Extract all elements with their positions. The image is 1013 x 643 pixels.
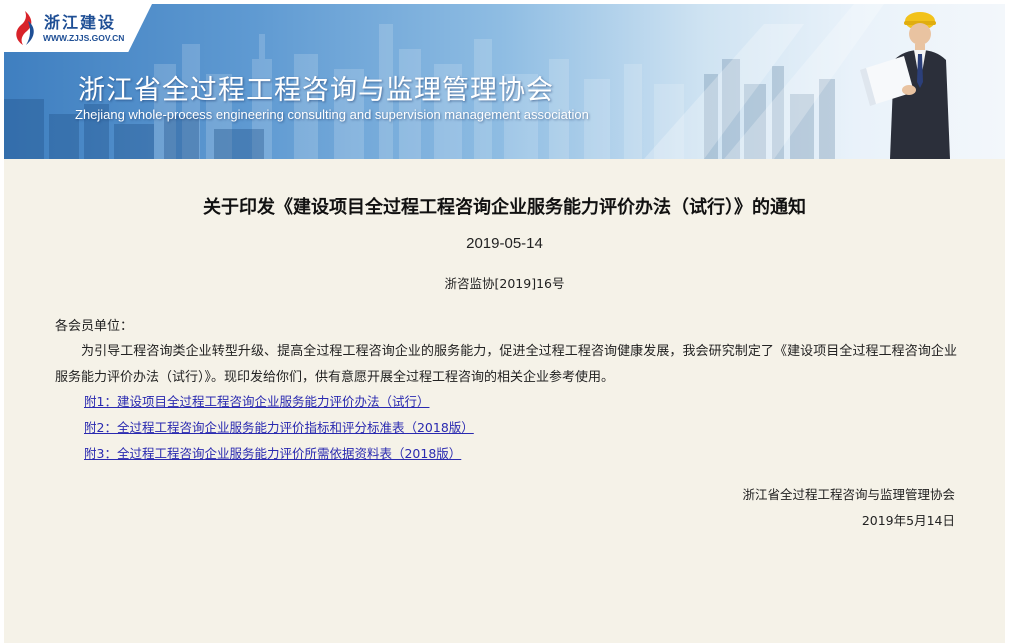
logo-area[interactable]: 浙江建设 WWW.ZJJS.GOV.CN bbox=[4, 4, 152, 52]
list-item: 附3：全过程工程咨询企业服务能力评价所需依据资料表（2018版） bbox=[84, 440, 474, 466]
attachment-list: 附1：建设项目全过程工程咨询企业服务能力评价办法（试行） 附2：全过程工程咨询企… bbox=[84, 388, 474, 466]
zhejiang-construction-logo-icon bbox=[16, 11, 34, 45]
list-item: 附1：建设项目全过程工程咨询企业服务能力评价办法（试行） bbox=[84, 388, 474, 414]
article-title: 关于印发《建设项目全过程工程咨询企业服务能力评价办法（试行）》的通知 bbox=[203, 197, 806, 218]
header-banner: 浙江建设 WWW.ZJJS.GOV.CN 浙江省全过程工程咨询与监理管理协会 Z… bbox=[4, 4, 1005, 159]
salutation: 各会员单位： bbox=[55, 319, 134, 334]
document-number: 浙咨监协[2019]16号 bbox=[444, 276, 565, 291]
logo-name: 浙江建设 bbox=[44, 13, 117, 32]
article-date: 2019-05-14 bbox=[466, 235, 543, 252]
article-body: 为引导工程咨询类企业转型升级、提高全过程工程咨询企业的服务能力，促进全过程工程咨… bbox=[55, 344, 957, 385]
signature-block: 浙江省全过程工程咨询与监理管理协会 2019年5月14日 bbox=[742, 482, 955, 534]
attachment-link-1[interactable]: 附1：建设项目全过程工程咨询企业服务能力评价办法（试行） bbox=[84, 394, 429, 409]
signature-date: 2019年5月14日 bbox=[861, 513, 955, 528]
logo-url: WWW.ZJJS.GOV.CN bbox=[43, 33, 125, 43]
signature-organization: 浙江省全过程工程咨询与监理管理协会 bbox=[742, 487, 955, 502]
attachment-link-2[interactable]: 附2：全过程工程咨询企业服务能力评价指标和评分标准表（2018版） bbox=[84, 420, 474, 435]
attachment-link-3[interactable]: 附3：全过程工程咨询企业服务能力评价所需依据资料表（2018版） bbox=[84, 446, 461, 461]
site-subtitle: Zhejiang whole-process engineering consu… bbox=[75, 107, 589, 122]
page-frame: 浙江建设 WWW.ZJJS.GOV.CN 浙江省全过程工程咨询与监理管理协会 Z… bbox=[4, 4, 1005, 643]
site-title: 浙江省全过程工程咨询与监理管理协会 bbox=[78, 75, 554, 106]
list-item: 附2：全过程工程咨询企业服务能力评价指标和评分标准表（2018版） bbox=[84, 414, 474, 440]
